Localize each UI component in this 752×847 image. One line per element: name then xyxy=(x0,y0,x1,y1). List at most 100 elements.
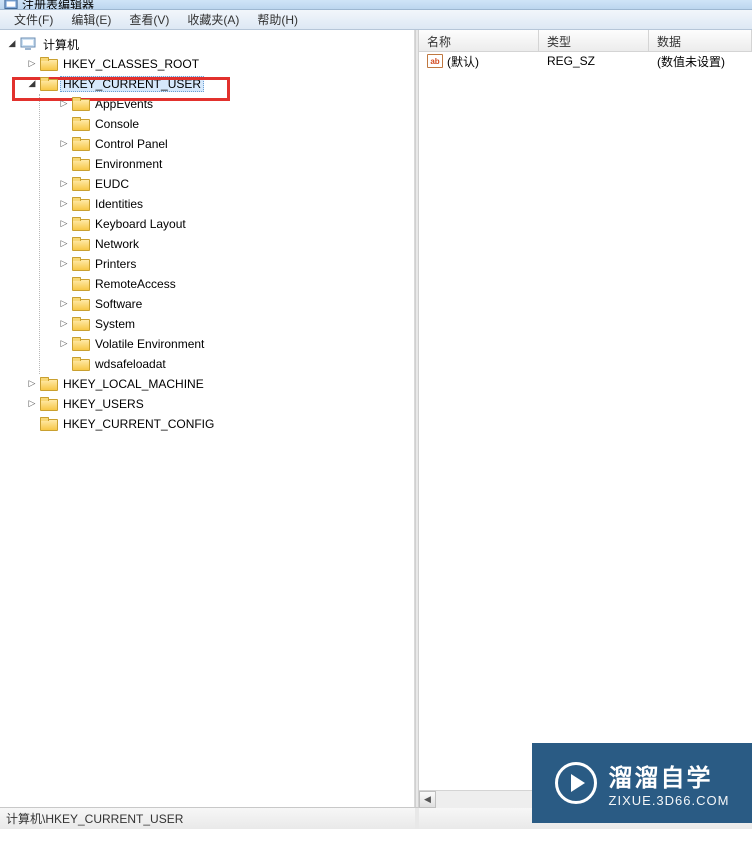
menu-edit[interactable]: 编辑(E) xyxy=(63,9,119,30)
expand-icon[interactable]: ▷ xyxy=(58,198,70,210)
tree-label: HKEY_CURRENT_CONFIG xyxy=(60,416,217,432)
tree-node-computer[interactable]: ◢ 计算机 xyxy=(0,34,414,54)
expand-icon[interactable]: ▷ xyxy=(58,238,70,250)
folder-icon xyxy=(72,257,88,271)
tree-node-hkcc[interactable]: ▷ HKEY_CURRENT_CONFIG xyxy=(12,414,414,434)
tree-node-hku[interactable]: ▷ HKEY_USERS xyxy=(12,394,414,414)
expand-icon[interactable]: ▷ xyxy=(58,298,70,310)
expand-icon[interactable]: ▷ xyxy=(58,218,70,230)
watermark: 溜溜自学 ZIXUE.3D66.COM xyxy=(532,743,752,823)
tree-label: RemoteAccess xyxy=(92,276,179,292)
tree-label: Environment xyxy=(92,156,165,172)
folder-icon xyxy=(72,97,88,111)
tree-label: Console xyxy=(92,116,142,132)
tree-label: HKEY_CURRENT_USER xyxy=(60,76,204,92)
folder-icon xyxy=(40,77,56,91)
tree-node-environment[interactable]: ▷ Environment xyxy=(40,154,414,174)
list-row[interactable]: ab (默认) REG_SZ (数值未设置) xyxy=(419,52,752,70)
tree-node-printers[interactable]: ▷ Printers xyxy=(40,254,414,274)
work-area: ◢ 计算机 ▷ HKEY_CLASSES_ROOT ◢ HKEY_CURRENT… xyxy=(0,30,752,807)
folder-icon xyxy=(72,217,88,231)
tree-node-console[interactable]: ▷ Console xyxy=(40,114,414,134)
expand-icon[interactable]: ◢ xyxy=(6,38,18,50)
folder-icon xyxy=(40,377,56,391)
folder-icon xyxy=(72,337,88,351)
expand-icon[interactable]: ▷ xyxy=(58,178,70,190)
folder-icon xyxy=(72,197,88,211)
tree-label: HKEY_CLASSES_ROOT xyxy=(60,56,202,72)
values-list: 名称 类型 数据 ab (默认) REG_SZ (数值未设置) ◀ ▶ xyxy=(419,30,752,807)
tree-label: wdsafeloadat xyxy=(92,356,169,372)
menu-help[interactable]: 帮助(H) xyxy=(249,9,306,30)
tree-label: EUDC xyxy=(92,176,132,192)
tree-node-controlpanel[interactable]: ▷ Control Panel xyxy=(40,134,414,154)
tree-label: Network xyxy=(92,236,142,252)
tree-label: Keyboard Layout xyxy=(92,216,189,232)
folder-icon xyxy=(72,277,88,291)
tree-label: AppEvents xyxy=(92,96,156,112)
menu-file[interactable]: 文件(F) xyxy=(6,9,61,30)
tree-node-appevents[interactable]: ▷ AppEvents xyxy=(40,94,414,114)
list-body[interactable]: ab (默认) REG_SZ (数值未设置) xyxy=(419,52,752,790)
value-data: (数值未设置) xyxy=(653,53,752,70)
column-type[interactable]: 类型 xyxy=(539,30,649,51)
tree-node-remoteaccess[interactable]: ▷ RemoteAccess xyxy=(40,274,414,294)
value-name: (默认) xyxy=(447,53,479,70)
tree-label: Printers xyxy=(92,256,139,272)
folder-icon xyxy=(72,157,88,171)
tree-node-wdsafeloadat[interactable]: ▷ wdsafeloadat xyxy=(40,354,414,374)
menu-favorites[interactable]: 收藏夹(A) xyxy=(179,9,247,30)
column-name[interactable]: 名称 xyxy=(419,30,539,51)
expand-icon[interactable]: ▷ xyxy=(58,138,70,150)
tree-node-software[interactable]: ▷ Software xyxy=(40,294,414,314)
tree-node-volatileenv[interactable]: ▷ Volatile Environment xyxy=(40,334,414,354)
folder-icon xyxy=(40,397,56,411)
tree-node-hklm[interactable]: ▷ HKEY_LOCAL_MACHINE xyxy=(12,374,414,394)
folder-icon xyxy=(40,57,56,71)
folder-icon xyxy=(72,137,88,151)
folder-icon xyxy=(72,117,88,131)
expand-icon[interactable]: ▷ xyxy=(58,338,70,350)
watermark-url: ZIXUE.3D66.COM xyxy=(609,793,730,808)
watermark-brand: 溜溜自学 xyxy=(609,758,713,793)
tree-label: HKEY_LOCAL_MACHINE xyxy=(60,376,207,392)
tree-label: HKEY_USERS xyxy=(60,396,147,412)
folder-icon xyxy=(72,237,88,251)
tree-node-hkcr[interactable]: ▷ HKEY_CLASSES_ROOT xyxy=(12,54,414,74)
expand-icon[interactable]: ▷ xyxy=(58,318,70,330)
tree-node-eudc[interactable]: ▷ EUDC xyxy=(40,174,414,194)
tree-node-hkcu[interactable]: ◢ HKEY_CURRENT_USER xyxy=(12,74,414,94)
tree-node-system[interactable]: ▷ System xyxy=(40,314,414,334)
status-path: 计算机\HKEY_CURRENT_USER xyxy=(6,810,183,827)
tree-node-identities[interactable]: ▷ Identities xyxy=(40,194,414,214)
tree-label: 计算机 xyxy=(40,35,82,54)
string-value-icon: ab xyxy=(427,54,443,68)
folder-icon xyxy=(72,177,88,191)
tree-node-keyboardlayout[interactable]: ▷ Keyboard Layout xyxy=(40,214,414,234)
registry-tree[interactable]: ◢ 计算机 ▷ HKEY_CLASSES_ROOT ◢ HKEY_CURRENT… xyxy=(0,30,415,807)
expand-icon[interactable]: ▷ xyxy=(26,58,38,70)
tree-label: Software xyxy=(92,296,145,312)
expand-icon[interactable]: ▷ xyxy=(58,258,70,270)
menu-view[interactable]: 查看(V) xyxy=(121,9,177,30)
folder-icon xyxy=(72,357,88,371)
folder-icon xyxy=(72,297,88,311)
tree-label: System xyxy=(92,316,138,332)
scroll-left-icon[interactable]: ◀ xyxy=(419,791,436,808)
tree-label: Identities xyxy=(92,196,146,212)
collapse-icon[interactable]: ◢ xyxy=(26,78,38,90)
menu-bar: 文件(F) 编辑(E) 查看(V) 收藏夹(A) 帮助(H) xyxy=(0,10,752,30)
computer-icon xyxy=(20,37,36,51)
play-icon xyxy=(555,762,597,804)
value-type: REG_SZ xyxy=(543,54,653,68)
expand-icon[interactable]: ▷ xyxy=(26,398,38,410)
tree-label: Volatile Environment xyxy=(92,336,207,352)
folder-icon xyxy=(72,317,88,331)
tree-label: Control Panel xyxy=(92,136,171,152)
expand-icon[interactable]: ▷ xyxy=(58,98,70,110)
column-data[interactable]: 数据 xyxy=(649,30,752,51)
expand-icon[interactable]: ▷ xyxy=(26,378,38,390)
folder-icon xyxy=(40,417,56,431)
list-header: 名称 类型 数据 xyxy=(419,30,752,52)
tree-node-network[interactable]: ▷ Network xyxy=(40,234,414,254)
